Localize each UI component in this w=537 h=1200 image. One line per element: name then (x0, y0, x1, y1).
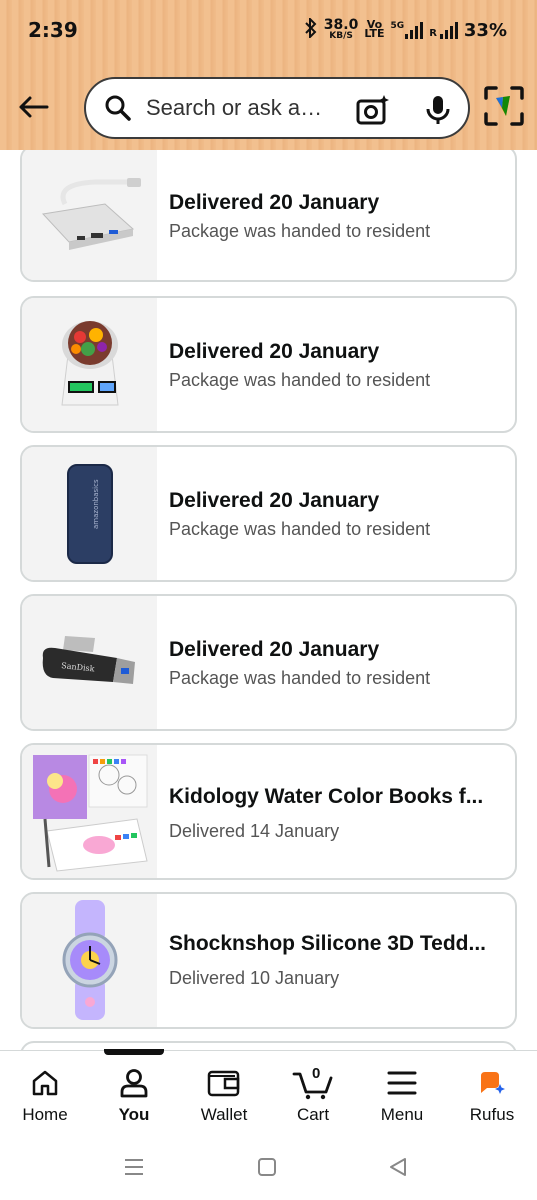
triangle-back-icon (390, 1158, 406, 1176)
recent-apps-button[interactable] (114, 1152, 154, 1182)
nav-wallet[interactable]: Wallet (179, 1051, 269, 1139)
back-button[interactable] (14, 88, 52, 126)
status-icons: 38.0 KB/S Vo LTE 5G R 33% (304, 16, 507, 42)
camera-sparkle-icon (356, 95, 389, 125)
scan-pay-button[interactable] (482, 84, 526, 128)
order-title: Delivered 20 January (169, 638, 380, 661)
order-status: Package was handed to resident (169, 668, 431, 688)
order-title: Delivered 20 January (169, 489, 380, 512)
order-title: Shocknshop Silicone 3D Tedd... (169, 932, 486, 955)
status-time: 2:39 (28, 18, 78, 42)
nav-home[interactable]: Home (0, 1051, 90, 1139)
product-image-usb-drive: SanDisk (22, 596, 157, 729)
user-icon (116, 1065, 152, 1101)
order-status: Package was handed to resident (169, 221, 431, 241)
cart-icon: 0 (291, 1065, 335, 1101)
nav-cart-label: Cart (296, 1105, 330, 1124)
network-speed: 38.0 KB/S (323, 17, 359, 41)
menu-icon (384, 1065, 420, 1101)
order-card[interactable]: Delivered 20 January Package was handed … (20, 150, 517, 282)
nav-you-label: You (118, 1105, 150, 1124)
bottom-navigation: Home You Wallet 0 Cart Menu Rufus (0, 1049, 537, 1140)
order-title: Delivered 20 January (169, 340, 380, 363)
order-status: Delivered 10 January (169, 968, 340, 988)
product-image-usb-hub (22, 150, 157, 280)
order-card[interactable]: SanDisk Delivered 20 January Package was… (20, 594, 517, 731)
product-image-kitchen-scale (22, 298, 157, 431)
arrow-left-icon (19, 96, 49, 118)
nav-rufus[interactable]: Rufus (447, 1051, 537, 1139)
recent-apps-icon (125, 1159, 143, 1175)
order-card[interactable]: amazonbasics Delivered 20 January Packag… (20, 445, 517, 582)
search-input[interactable] (146, 95, 336, 121)
status-bar: 2:39 38.0 KB/S Vo LTE 5G R 33% (0, 0, 537, 60)
battery-level: 33% (463, 19, 507, 41)
order-status: Delivered 14 January (169, 821, 340, 841)
wallet-icon (206, 1065, 242, 1101)
order-status: Package was handed to resident (169, 519, 431, 539)
home-icon (27, 1065, 63, 1101)
nav-you[interactable]: You (89, 1051, 179, 1139)
order-card[interactable] (20, 1041, 517, 1050)
microphone-icon (426, 96, 450, 124)
order-title: Kidology Water Color Books f... (169, 785, 484, 808)
app-header: 2:39 38.0 KB/S Vo LTE 5G R 33% (0, 0, 537, 150)
order-status: Package was handed to resident (169, 370, 431, 390)
orders-list: Delivered 20 January Package was handed … (0, 150, 537, 1050)
nav-home-label: Home (22, 1105, 68, 1124)
search-bar[interactable] (84, 77, 470, 139)
voice-search-button[interactable] (419, 91, 457, 129)
nav-rufus-label: Rufus (469, 1105, 515, 1124)
rufus-icon (474, 1065, 510, 1101)
system-navigation-bar (0, 1140, 537, 1200)
product-image-power-bank: amazonbasics (22, 447, 157, 580)
svg-text:amazonbasics: amazonbasics (92, 479, 100, 529)
scan-pay-icon (484, 86, 524, 126)
back-system-button[interactable] (378, 1152, 418, 1182)
order-title: Delivered 20 January (169, 191, 380, 214)
camera-search-button[interactable] (354, 91, 392, 129)
home-system-button[interactable] (247, 1152, 287, 1182)
square-home-icon (258, 1158, 276, 1176)
nav-menu-label: Menu (380, 1105, 424, 1124)
nav-menu[interactable]: Menu (357, 1051, 447, 1139)
cart-count: 0 (312, 1065, 321, 1082)
search-icon (105, 95, 131, 121)
order-card[interactable]: Kidology Water Color Books f... Delivere… (20, 743, 517, 880)
nav-cart[interactable]: 0 Cart (268, 1051, 358, 1139)
nav-wallet-label: Wallet (200, 1105, 248, 1124)
order-card[interactable]: Delivered 20 January Package was handed … (20, 296, 517, 433)
signal-roaming-icon: R (429, 21, 458, 39)
bluetooth-icon (304, 16, 318, 42)
volte-indicator: Vo LTE (364, 18, 385, 40)
product-image-kids-watch (22, 894, 157, 1027)
order-card[interactable]: Shocknshop Silicone 3D Tedd... Delivered… (20, 892, 517, 1029)
signal-5g-icon: 5G (391, 21, 424, 39)
product-image-watercolor-book (22, 745, 157, 878)
